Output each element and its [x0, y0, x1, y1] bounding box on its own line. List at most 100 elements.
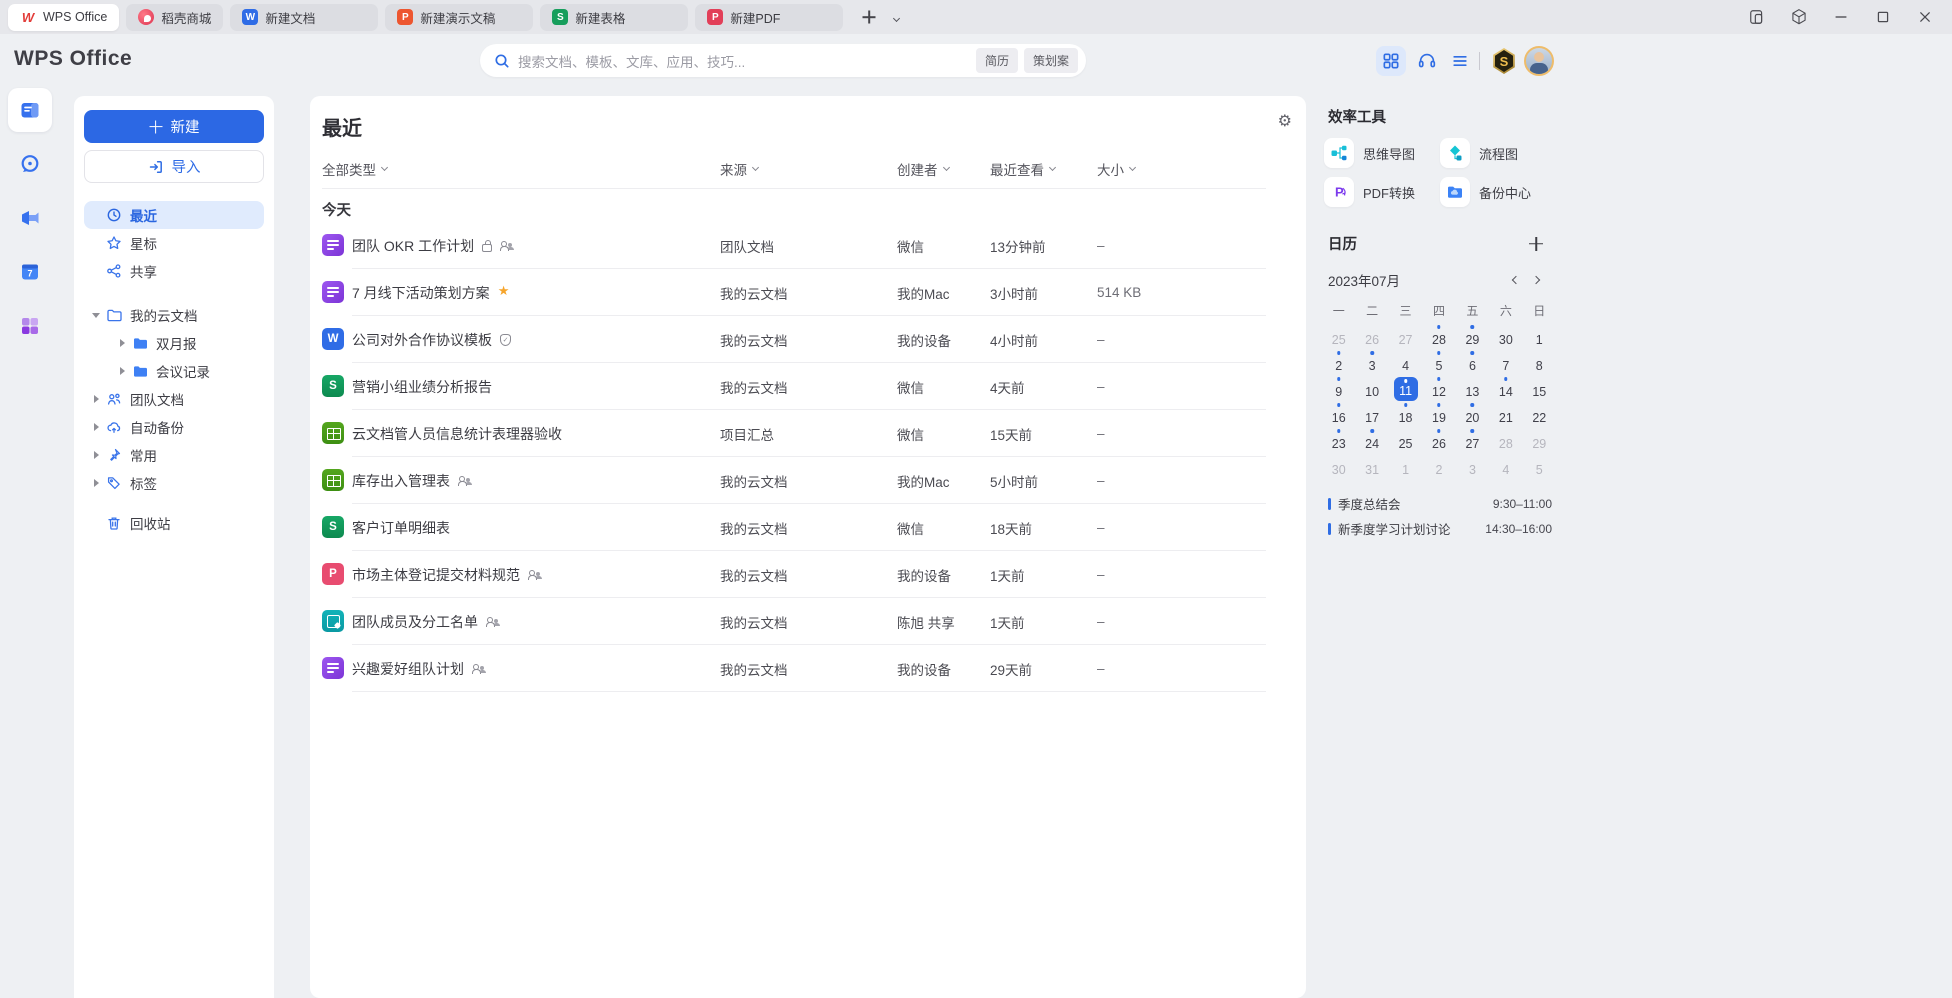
- expand-arrow-icon[interactable]: [90, 448, 104, 462]
- file-row[interactable]: 库存出入管理表 我的云文档 我的Mac 5小时前 –: [310, 457, 1306, 504]
- tool-flowchart[interactable]: 流程图: [1440, 138, 1556, 168]
- file-row[interactable]: 云文档管人员信息统计表理器验收 项目汇总 微信 15天前 –: [310, 410, 1306, 457]
- calendar-day[interactable]: 28: [1489, 427, 1522, 453]
- calendar-day[interactable]: 18: [1389, 401, 1422, 427]
- settings-gear-icon[interactable]: ⚙: [1278, 114, 1292, 130]
- expand-arrow-icon[interactable]: [116, 364, 130, 378]
- file-row[interactable]: 团队 OKR 工作计划 团队文档 微信 13分钟前 –: [310, 222, 1306, 269]
- event-item[interactable]: 季度总结会 9:30–11:00: [1328, 491, 1552, 516]
- global-menu-button[interactable]: [1445, 46, 1475, 76]
- member-badge-icon[interactable]: [1492, 48, 1516, 74]
- calendar-day[interactable]: 11: [1389, 375, 1422, 401]
- calendar-day[interactable]: 2: [1422, 453, 1455, 479]
- calendar-day[interactable]: 26: [1422, 427, 1455, 453]
- calendar-day[interactable]: 28: [1422, 323, 1455, 349]
- rail-documents-button[interactable]: [8, 88, 52, 132]
- tool-mindmap[interactable]: 思维导图: [1324, 138, 1440, 168]
- file-row[interactable]: 营销小组业绩分析报告 我的云文档 微信 4天前 –: [310, 363, 1306, 410]
- sidebar-item-auto-backup[interactable]: 自动备份: [84, 413, 264, 441]
- calendar-day[interactable]: 2: [1322, 349, 1355, 375]
- calendar-day[interactable]: 3: [1456, 453, 1489, 479]
- calendar-day[interactable]: 5: [1523, 453, 1556, 479]
- calendar-day[interactable]: 29: [1523, 427, 1556, 453]
- calendar-day[interactable]: 27: [1389, 323, 1422, 349]
- file-row[interactable]: 兴趣爱好组队计划 我的云文档 我的设备 29天前 –: [310, 645, 1306, 692]
- minimize-button[interactable]: [1824, 3, 1858, 31]
- rail-chat-button[interactable]: [8, 142, 52, 186]
- rail-apps-button[interactable]: [8, 304, 52, 348]
- sidebar-item-trash[interactable]: 回收站: [84, 509, 264, 537]
- device-panel-icon[interactable]: [1740, 3, 1774, 31]
- calendar-day[interactable]: 25: [1389, 427, 1422, 453]
- file-row[interactable]: 7 月线下活动策划方案 我的云文档 我的Mac 3小时前 514 KB: [310, 269, 1306, 316]
- filter-last-viewed[interactable]: 最近查看: [990, 159, 1097, 179]
- calendar-day[interactable]: 17: [1355, 401, 1388, 427]
- tab-list-chevron-button[interactable]: [890, 4, 903, 30]
- sidebar-item-team-docs[interactable]: 团队文档: [84, 385, 264, 413]
- tab-new-document[interactable]: 新建文档: [230, 4, 378, 31]
- calendar-day[interactable]: 21: [1489, 401, 1522, 427]
- maximize-button[interactable]: [1866, 3, 1900, 31]
- tool-pdf-convert[interactable]: P PDF转换: [1324, 177, 1440, 207]
- calendar-day[interactable]: 26: [1355, 323, 1388, 349]
- sidebar-item-shared[interactable]: 共享: [84, 257, 264, 285]
- calendar-day[interactable]: 19: [1422, 401, 1455, 427]
- calendar-day[interactable]: 9: [1322, 375, 1355, 401]
- search-tag-resume[interactable]: 简历: [976, 48, 1018, 73]
- apps-grid-button[interactable]: [1376, 46, 1406, 76]
- calendar-day[interactable]: 23: [1322, 427, 1355, 453]
- event-item[interactable]: 新季度学习计划讨论 14:30–16:00: [1328, 516, 1552, 541]
- calendar-day[interactable]: 1: [1389, 453, 1422, 479]
- file-row[interactable]: 客户订单明细表 我的云文档 微信 18天前 –: [310, 504, 1306, 551]
- calendar-day[interactable]: 15: [1523, 375, 1556, 401]
- new-tab-button[interactable]: [858, 6, 880, 28]
- calendar-day[interactable]: 6: [1456, 349, 1489, 375]
- support-headset-button[interactable]: [1412, 46, 1442, 76]
- tab-wps-office[interactable]: WPS Office: [8, 4, 119, 31]
- user-avatar[interactable]: [1524, 46, 1554, 76]
- file-row[interactable]: 市场主体登记提交材料规范 我的云文档 我的设备 1天前 –: [310, 551, 1306, 598]
- sidebar-item-recent[interactable]: 最近: [84, 201, 264, 229]
- next-month-button[interactable]: [1526, 270, 1546, 290]
- filter-size[interactable]: 大小: [1097, 159, 1266, 179]
- calendar-day[interactable]: 20: [1456, 401, 1489, 427]
- calendar-day[interactable]: 16: [1322, 401, 1355, 427]
- labs-cube-icon[interactable]: [1782, 3, 1816, 31]
- search-bar[interactable]: 搜索文档、模板、文库、应用、技巧... 简历 策划案: [480, 44, 1086, 77]
- search-tag-plan[interactable]: 策划案: [1024, 48, 1078, 73]
- calendar-day[interactable]: 29: [1456, 323, 1489, 349]
- tab-new-pdf[interactable]: 新建PDF: [695, 4, 843, 31]
- expand-arrow-icon[interactable]: [90, 476, 104, 490]
- tab-new-spreadsheet[interactable]: 新建表格: [540, 4, 688, 31]
- sidebar-item-bimonthly-report[interactable]: 双月报: [84, 329, 264, 357]
- calendar-day[interactable]: 4: [1489, 453, 1522, 479]
- sidebar-item-frequent[interactable]: 常用: [84, 441, 264, 469]
- calendar-day[interactable]: 30: [1489, 323, 1522, 349]
- calendar-day[interactable]: 12: [1422, 375, 1455, 401]
- add-event-button[interactable]: [1528, 236, 1544, 252]
- close-button[interactable]: [1908, 3, 1942, 31]
- calendar-day[interactable]: 1: [1523, 323, 1556, 349]
- tool-backup-center[interactable]: 备份中心: [1440, 177, 1556, 207]
- calendar-day[interactable]: 27: [1456, 427, 1489, 453]
- sidebar-item-starred[interactable]: 星标: [84, 229, 264, 257]
- prev-month-button[interactable]: [1506, 270, 1526, 290]
- new-document-button[interactable]: 新建: [84, 110, 264, 143]
- calendar-day[interactable]: 30: [1322, 453, 1355, 479]
- calendar-day[interactable]: 22: [1523, 401, 1556, 427]
- calendar-day[interactable]: 13: [1456, 375, 1489, 401]
- expand-arrow-icon[interactable]: [116, 336, 130, 350]
- collapse-arrow-icon[interactable]: [90, 308, 104, 322]
- calendar-day[interactable]: 25: [1322, 323, 1355, 349]
- calendar-day[interactable]: 7: [1489, 349, 1522, 375]
- file-row[interactable]: 团队成员及分工名单 我的云文档 陈旭 共享 1天前 –: [310, 598, 1306, 645]
- tab-docer-mall[interactable]: 稻壳商城: [126, 4, 223, 31]
- import-button[interactable]: 导入: [84, 150, 264, 183]
- expand-arrow-icon[interactable]: [90, 420, 104, 434]
- sidebar-item-tags[interactable]: 标签: [84, 469, 264, 497]
- file-row[interactable]: 公司对外合作协议模板 我的云文档 我的设备 4小时前 –: [310, 316, 1306, 363]
- calendar-day[interactable]: 31: [1355, 453, 1388, 479]
- sidebar-item-meeting-notes[interactable]: 会议记录: [84, 357, 264, 385]
- calendar-day[interactable]: 5: [1422, 349, 1455, 375]
- calendar-day[interactable]: 14: [1489, 375, 1522, 401]
